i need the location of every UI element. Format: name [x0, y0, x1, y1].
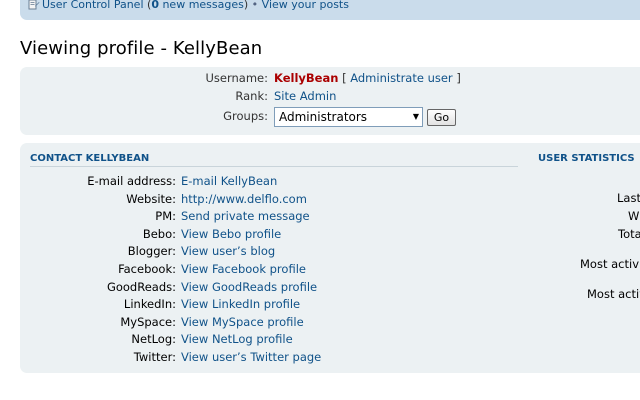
username-value-group: KellyBean [ Administrate user ] — [274, 70, 461, 86]
facebook-profile-link[interactable]: View Facebook profile — [181, 261, 306, 277]
contact-divider — [30, 166, 518, 167]
new-messages-label: new messages — [158, 0, 244, 11]
myspace-profile-link[interactable]: View MySpace profile — [181, 314, 304, 330]
new-messages-count: 0 — [151, 0, 159, 11]
contact-row-facebook: Facebook: View Facebook profile — [20, 261, 520, 279]
stat-label-most-active-2: Most activ — [587, 287, 640, 301]
contact-label: PM: — [155, 209, 176, 224]
admin-bracket-open: [ — [342, 71, 347, 85]
profile-summary-panel: Username: KellyBean [ Administrate user … — [20, 67, 640, 135]
send-pm-link[interactable]: Send private message — [181, 208, 310, 224]
contact-section-title: Contact KellyBean — [30, 153, 150, 164]
contact-row-pm: PM: Send private message — [20, 208, 520, 226]
stat-label-total: Tota — [618, 227, 640, 241]
contact-row-myspace: MySpace: View MySpace profile — [20, 314, 520, 332]
nav-separator: • — [248, 0, 262, 11]
user-control-panel-link[interactable]: User Control Panel — [42, 0, 144, 11]
contact-label: Website: — [126, 191, 176, 206]
stat-label-most-active-1: Most activ — [580, 257, 639, 271]
netlog-profile-link[interactable]: View NetLog profile — [181, 331, 293, 347]
go-button[interactable]: Go — [427, 109, 456, 126]
groups-label: Groups: — [223, 109, 268, 123]
email-link[interactable]: E-mail KellyBean — [181, 173, 277, 189]
contact-row-blogger: Blogger: View user’s blog — [20, 243, 520, 261]
twitter-page-link[interactable]: View user’s Twitter page — [181, 349, 321, 365]
groups-select[interactable]: Administrators ▼ — [274, 107, 423, 127]
contact-label: Twitter: — [133, 349, 176, 364]
contact-panel: Contact KellyBean User Statistics E-mail… — [20, 143, 640, 373]
new-messages-link[interactable]: 0 new messages — [151, 0, 244, 11]
user-statistics-title: User Statistics — [538, 153, 635, 164]
page-title: Viewing profile - KellyBean — [20, 38, 263, 59]
contact-row-website: Website: http://www.delflo.com — [20, 191, 520, 209]
linkedin-profile-link[interactable]: View LinkedIn profile — [181, 296, 300, 312]
website-link[interactable]: http://www.delflo.com — [181, 191, 307, 207]
groups-selected-value: Administrators — [279, 110, 368, 124]
contact-label: LinkedIn: — [123, 297, 176, 312]
rank-label: Rank: — [235, 89, 268, 103]
contact-list: E-mail address: E-mail KellyBean Website:… — [20, 173, 520, 367]
stat-label-w: W — [628, 209, 640, 223]
navbar-links: User Control Panel (0 new messages) • Vi… — [28, 0, 349, 13]
username-label: Username: — [205, 71, 269, 85]
contact-label: NetLog: — [131, 332, 176, 347]
contact-label: E-mail address: — [87, 174, 176, 188]
contact-row-goodreads: GoodReads: View GoodReads profile — [20, 279, 520, 297]
contact-label: GoodReads: — [106, 279, 176, 294]
contact-row-netlog: NetLog: View NetLog profile — [20, 331, 520, 349]
contact-row-email: E-mail address: E-mail KellyBean — [20, 173, 520, 191]
goodreads-profile-link[interactable]: View GoodReads profile — [181, 279, 317, 295]
contact-row-linkedin: LinkedIn: View LinkedIn profile — [20, 296, 520, 314]
contact-row-bebo: Bebo: View Bebo profile — [20, 226, 520, 244]
rank-value: Site Admin — [274, 89, 337, 103]
user-control-panel-icon — [28, 0, 40, 10]
admin-bracket-close: ] — [456, 71, 461, 85]
contact-label: Bebo: — [142, 226, 176, 241]
username-value: KellyBean — [274, 71, 339, 85]
blogger-link[interactable]: View user’s blog — [181, 243, 275, 259]
contact-label: Facebook: — [118, 261, 176, 276]
contact-label: MySpace: — [120, 314, 176, 329]
contact-row-twitter: Twitter: View user’s Twitter page — [20, 349, 520, 367]
view-your-posts-link[interactable]: View your posts — [262, 0, 349, 11]
bebo-profile-link[interactable]: View Bebo profile — [181, 226, 281, 242]
administrate-user-link[interactable]: Administrate user — [350, 71, 452, 85]
chevron-down-icon: ▼ — [412, 112, 419, 121]
contact-label: Blogger: — [127, 244, 176, 259]
top-navbar: User Control Panel (0 new messages) • Vi… — [20, 0, 640, 20]
stat-label-last: Last — [617, 191, 640, 205]
